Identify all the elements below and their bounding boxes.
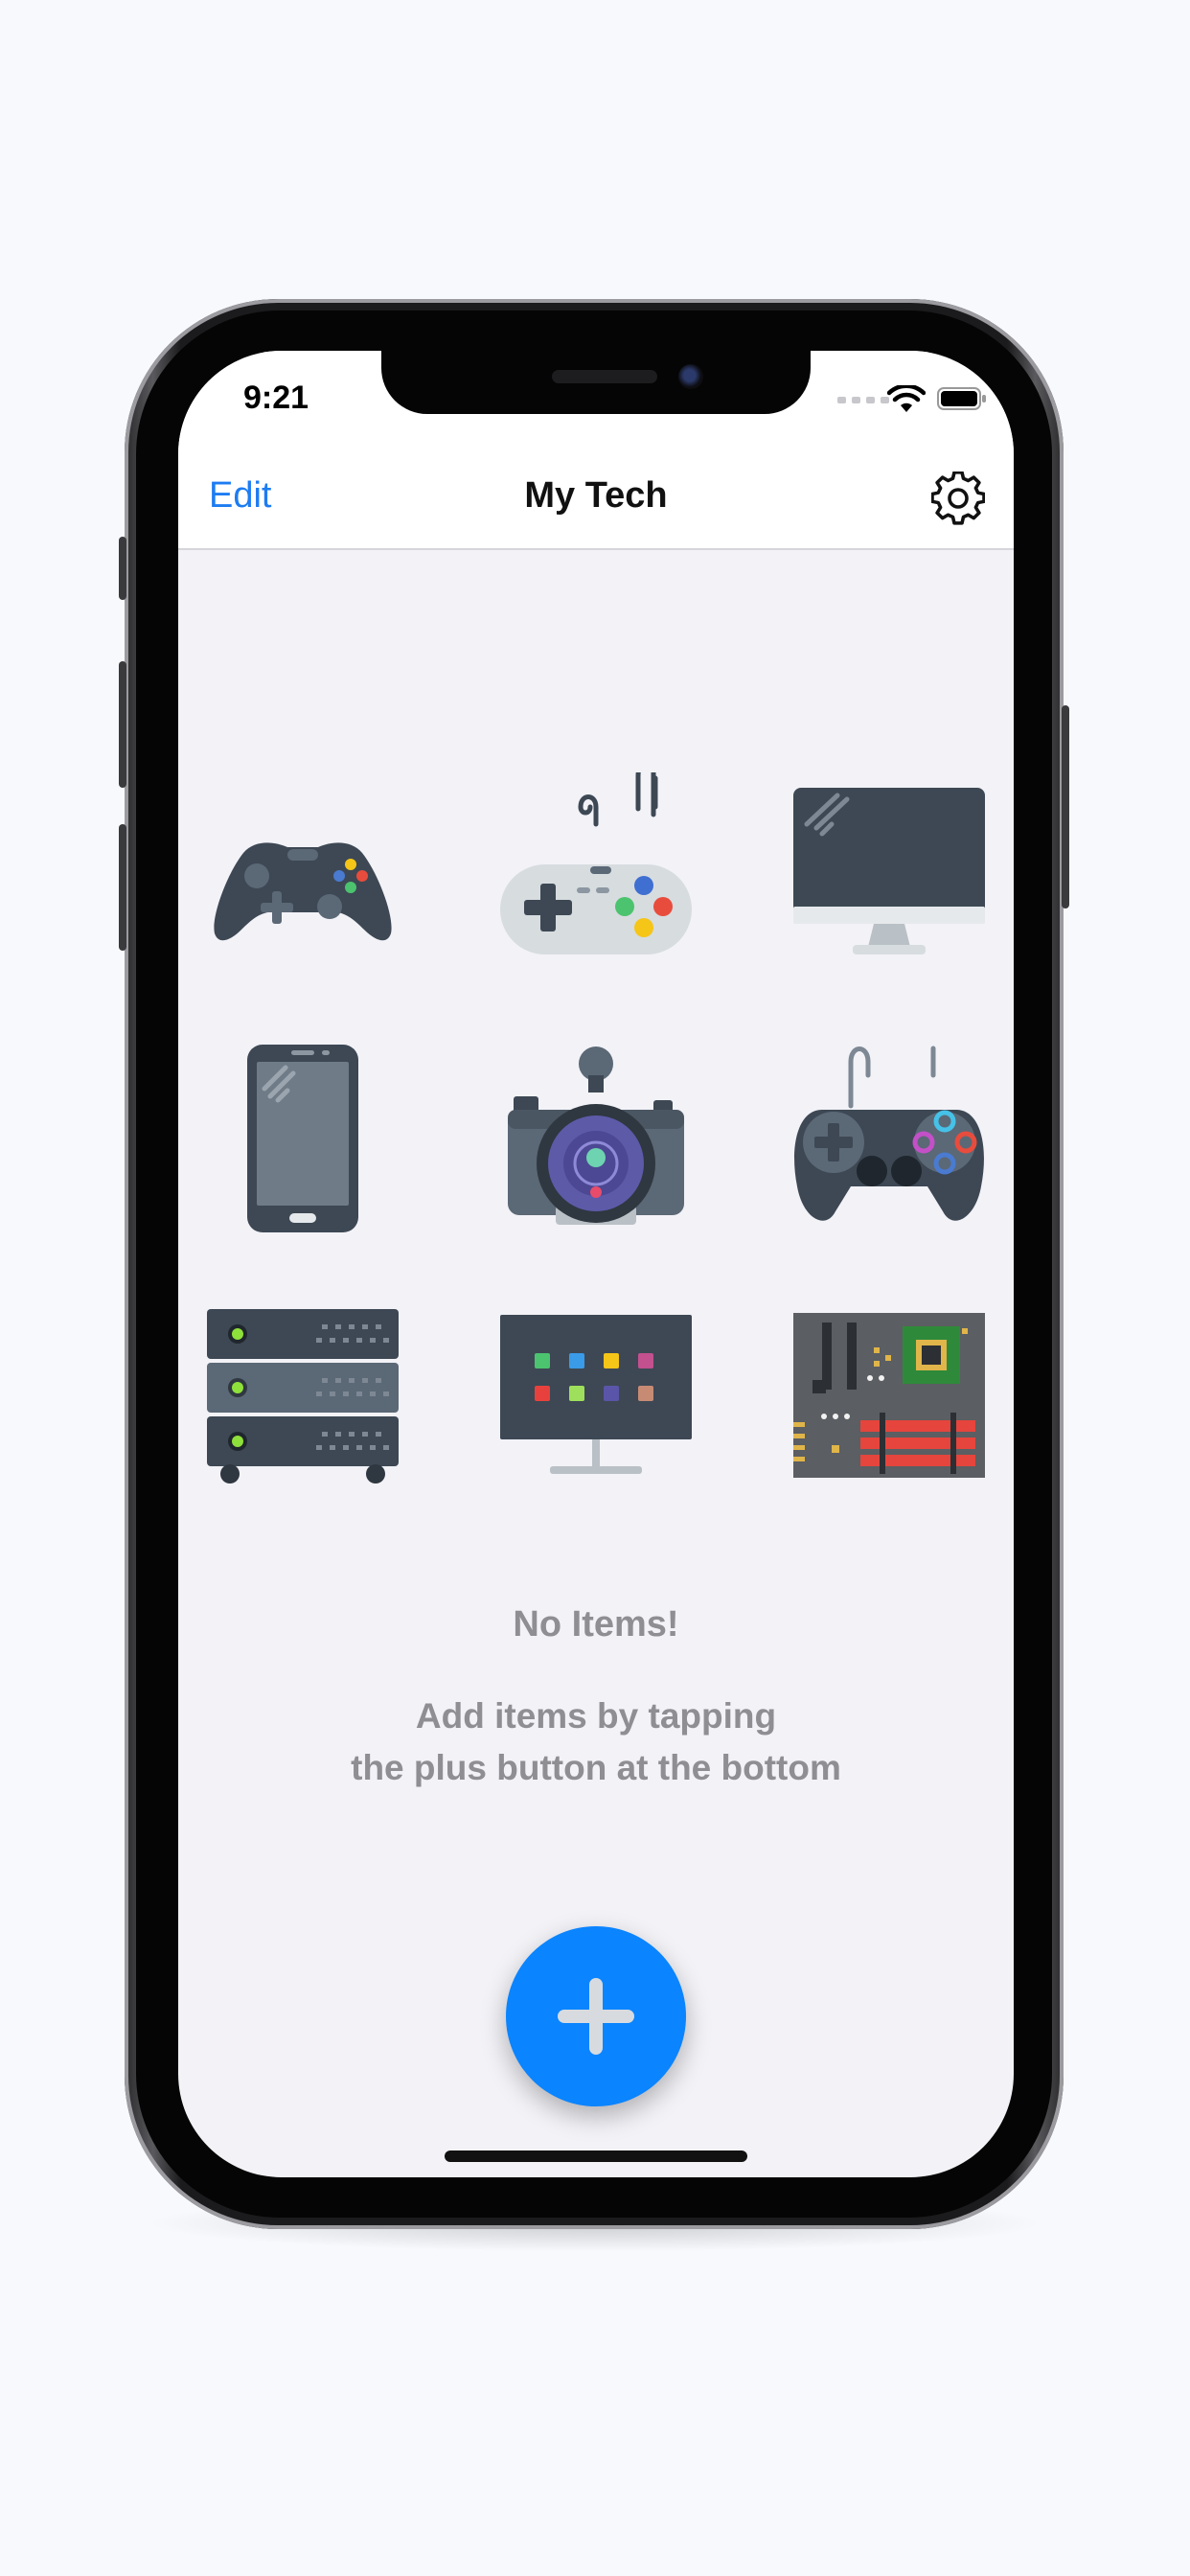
status-time: 9:21 (243, 380, 309, 416)
cellular-signal-icon (837, 397, 889, 403)
power-button (1062, 705, 1069, 908)
snes-controller-icon (500, 772, 692, 954)
xbox-controller-icon (214, 842, 392, 941)
home-indicator[interactable] (445, 2150, 747, 2162)
navigation-bar: Edit My Tech (178, 447, 1014, 550)
front-camera (678, 364, 703, 389)
smart-tv-icon (500, 1315, 692, 1474)
server-rack-icon (207, 1309, 399, 1484)
motherboard-icon (793, 1313, 985, 1478)
tech-icon-grid (207, 772, 985, 1501)
mute-switch (119, 537, 126, 600)
wifi-icon (887, 385, 926, 412)
empty-state-message: Add items by tapping the plus button at … (178, 1690, 1014, 1794)
notch (381, 351, 811, 414)
speaker-grille (552, 370, 657, 383)
empty-state-line-1: Add items by tapping (415, 1696, 777, 1736)
volume-down-button (119, 824, 126, 951)
desktop-monitor-icon (793, 788, 985, 954)
empty-state-line-2: the plus button at the bottom (351, 1748, 841, 1787)
empty-state-title: No Items! (513, 1604, 679, 1644)
app-screen: 9:21 Edit My Tech No Items! Add items by… (178, 351, 1014, 2177)
gear-icon[interactable] (931, 472, 985, 525)
volume-up-button (119, 661, 126, 788)
page-title: My Tech (524, 475, 668, 516)
camera-icon (508, 1046, 684, 1225)
plus-icon (558, 1978, 634, 2055)
ps-controller-icon (794, 1046, 984, 1221)
smartphone-icon (247, 1045, 358, 1232)
add-item-button[interactable] (506, 1926, 686, 2106)
battery-icon (937, 387, 986, 410)
